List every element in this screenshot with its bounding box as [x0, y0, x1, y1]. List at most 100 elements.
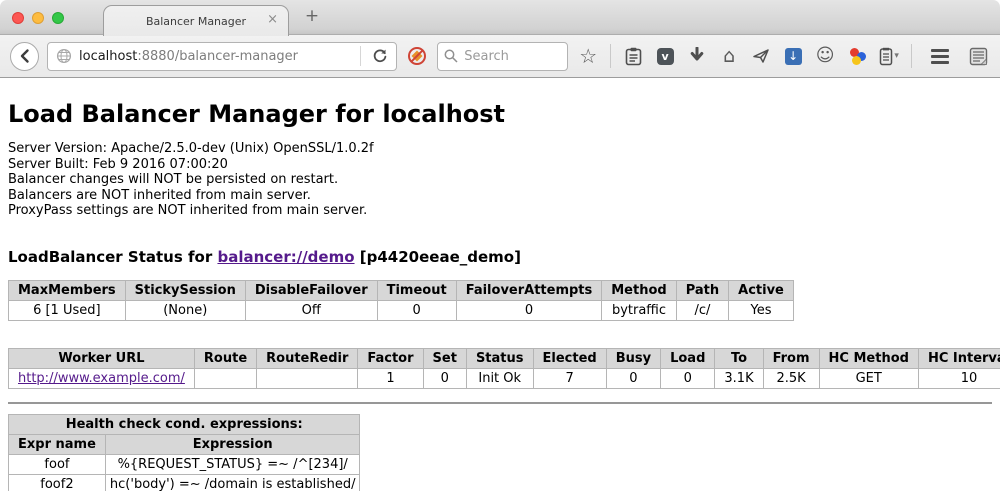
cell-maxmembers: 6 [1 Used] — [9, 300, 126, 320]
col-active: Active — [729, 280, 794, 300]
table-row: http://www.example.com/ 1 0 Init Ok 7 0 … — [9, 368, 1000, 388]
col-to: To — [715, 348, 763, 368]
table-title-row: Health check cond. expressions: — [9, 414, 360, 434]
hamburger-menu-icon — [931, 49, 949, 64]
col-worker-url: Worker URL — [9, 348, 195, 368]
home-button[interactable]: ⌂ — [717, 42, 741, 70]
url-bar[interactable]: localhost:8880/balancer-manager — [47, 42, 397, 71]
zoom-window-button[interactable] — [52, 12, 64, 24]
worker-url-link[interactable]: http://www.example.com/ — [18, 371, 185, 386]
col-elected: Elected — [533, 348, 606, 368]
colored-dots-button[interactable] — [845, 42, 869, 70]
cell-routeredir — [257, 368, 358, 388]
url-host: localhost — [79, 49, 137, 64]
col-stickysession: StickySession — [125, 280, 245, 300]
back-arrow-icon — [17, 48, 33, 64]
tab-title: Balancer Manager — [146, 15, 246, 28]
col-routeredir: RouteRedir — [257, 348, 358, 368]
reading-list-icon — [625, 47, 642, 66]
menu-button[interactable] — [928, 42, 952, 70]
toolbar-divider — [911, 44, 912, 68]
adblock-disabled-icon — [407, 46, 427, 66]
chat-button[interactable]: ☺ — [813, 42, 837, 70]
smiley-icon: ☺ — [816, 47, 835, 65]
notes-icon — [879, 47, 893, 66]
downloads-button[interactable] — [685, 42, 709, 70]
status-heading-suffix: [p4420eeae_demo] — [355, 248, 521, 266]
minimize-window-button[interactable] — [32, 12, 44, 24]
col-busy: Busy — [606, 348, 660, 368]
cell-to: 3.1K — [715, 368, 763, 388]
url-path: :8880/balancer-manager — [137, 49, 298, 64]
cell-expr-name: foof — [9, 454, 106, 474]
cell-disablefailover: Off — [245, 300, 377, 320]
col-timeout: Timeout — [377, 280, 456, 300]
balancer-demo-link[interactable]: balancer://demo — [217, 248, 354, 266]
new-tab-button[interactable]: + — [300, 6, 324, 26]
window-controls — [12, 12, 64, 24]
col-factor: Factor — [358, 348, 423, 368]
tab-balancer-manager[interactable]: Balancer Manager × — [103, 5, 289, 36]
cell-load: 0 — [661, 368, 715, 388]
toolbar-divider — [610, 44, 611, 68]
close-window-button[interactable] — [12, 12, 24, 24]
browser-window: Balancer Manager × + localhost:8880/bala… — [0, 0, 1000, 491]
server-info: Server Version: Apache/2.5.0-dev (Unix) … — [8, 141, 992, 219]
col-maxmembers: MaxMembers — [9, 280, 126, 300]
url-text[interactable]: localhost:8880/balancer-manager — [79, 49, 353, 64]
reload-icon — [372, 48, 388, 64]
cell-set: 0 — [423, 368, 466, 388]
section-divider — [8, 402, 992, 404]
persist-note-line: Balancer changes will NOT be persisted o… — [8, 172, 992, 188]
col-route: Route — [194, 348, 256, 368]
bookmark-star-button[interactable]: ☆ — [576, 42, 600, 70]
cell-timeout: 0 — [377, 300, 456, 320]
pocket-icon: v — [657, 48, 674, 65]
reading-list-button[interactable] — [621, 42, 645, 70]
panel-grid-button[interactable] — [966, 42, 990, 70]
server-version-line: Server Version: Apache/2.5.0-dev (Unix) … — [8, 141, 992, 157]
page-title: Load Balancer Manager for localhost — [8, 100, 992, 128]
dropdown-caret-icon: ▾ — [894, 51, 899, 61]
col-set: Set — [423, 348, 466, 368]
col-status: Status — [466, 348, 533, 368]
worker-status-table: Worker URL Route RouteRedir Factor Set S… — [8, 348, 1000, 389]
cell-method: bytraffic — [602, 300, 676, 320]
cell-failoverattempts: 0 — [456, 300, 602, 320]
search-field[interactable] — [437, 42, 568, 71]
col-load: Load — [661, 348, 715, 368]
tab-close-icon[interactable]: × — [267, 12, 278, 27]
health-table-title: Health check cond. expressions: — [9, 414, 360, 434]
server-built-line: Server Built: Feb 9 2016 07:00:20 — [8, 157, 992, 173]
cell-route — [194, 368, 256, 388]
cell-hc-interval: 10 — [918, 368, 1000, 388]
cell-elected: 7 — [533, 368, 606, 388]
col-expression: Expression — [105, 434, 360, 454]
table-row: 6 [1 Used] (None) Off 0 0 bytraffic /c/ … — [9, 300, 794, 320]
adblock-disabled-button[interactable] — [405, 42, 429, 70]
bookmark-star-icon: ☆ — [579, 46, 597, 66]
balancer-settings-table: MaxMembers StickySession DisableFailover… — [8, 280, 794, 321]
page-content: Load Balancer Manager for localhost Serv… — [0, 78, 1000, 491]
send-tab-button[interactable] — [749, 42, 773, 70]
video-download-icon: ↓ — [785, 48, 802, 65]
cell-factor: 1 — [358, 368, 423, 388]
table-row: foof2 hc('body') =~ /domain is establish… — [9, 474, 360, 491]
panel-grid-icon — [969, 47, 988, 66]
pocket-button[interactable]: v — [653, 42, 677, 70]
back-button[interactable] — [10, 42, 39, 71]
col-method: Method — [602, 280, 676, 300]
loadbalancer-status-heading: LoadBalancer Status for balancer://demo … — [8, 248, 992, 266]
reload-button[interactable] — [368, 42, 392, 70]
cell-hc-method: GET — [819, 368, 918, 388]
health-check-expressions-table: Health check cond. expressions: Expr nam… — [8, 414, 360, 491]
notes-button[interactable]: ▾ — [877, 42, 901, 70]
cell-path: /c/ — [676, 300, 728, 320]
table-row: foof %{REQUEST_STATUS} =~ /^[234]/ — [9, 454, 360, 474]
colored-dots-icon — [848, 47, 866, 65]
video-download-button[interactable]: ↓ — [781, 42, 805, 70]
table-header-row: Expr name Expression — [9, 434, 360, 454]
col-path: Path — [676, 280, 728, 300]
cell-status: Init Ok — [466, 368, 533, 388]
inherit-note-line: Balancers are NOT inherited from main se… — [8, 188, 992, 204]
